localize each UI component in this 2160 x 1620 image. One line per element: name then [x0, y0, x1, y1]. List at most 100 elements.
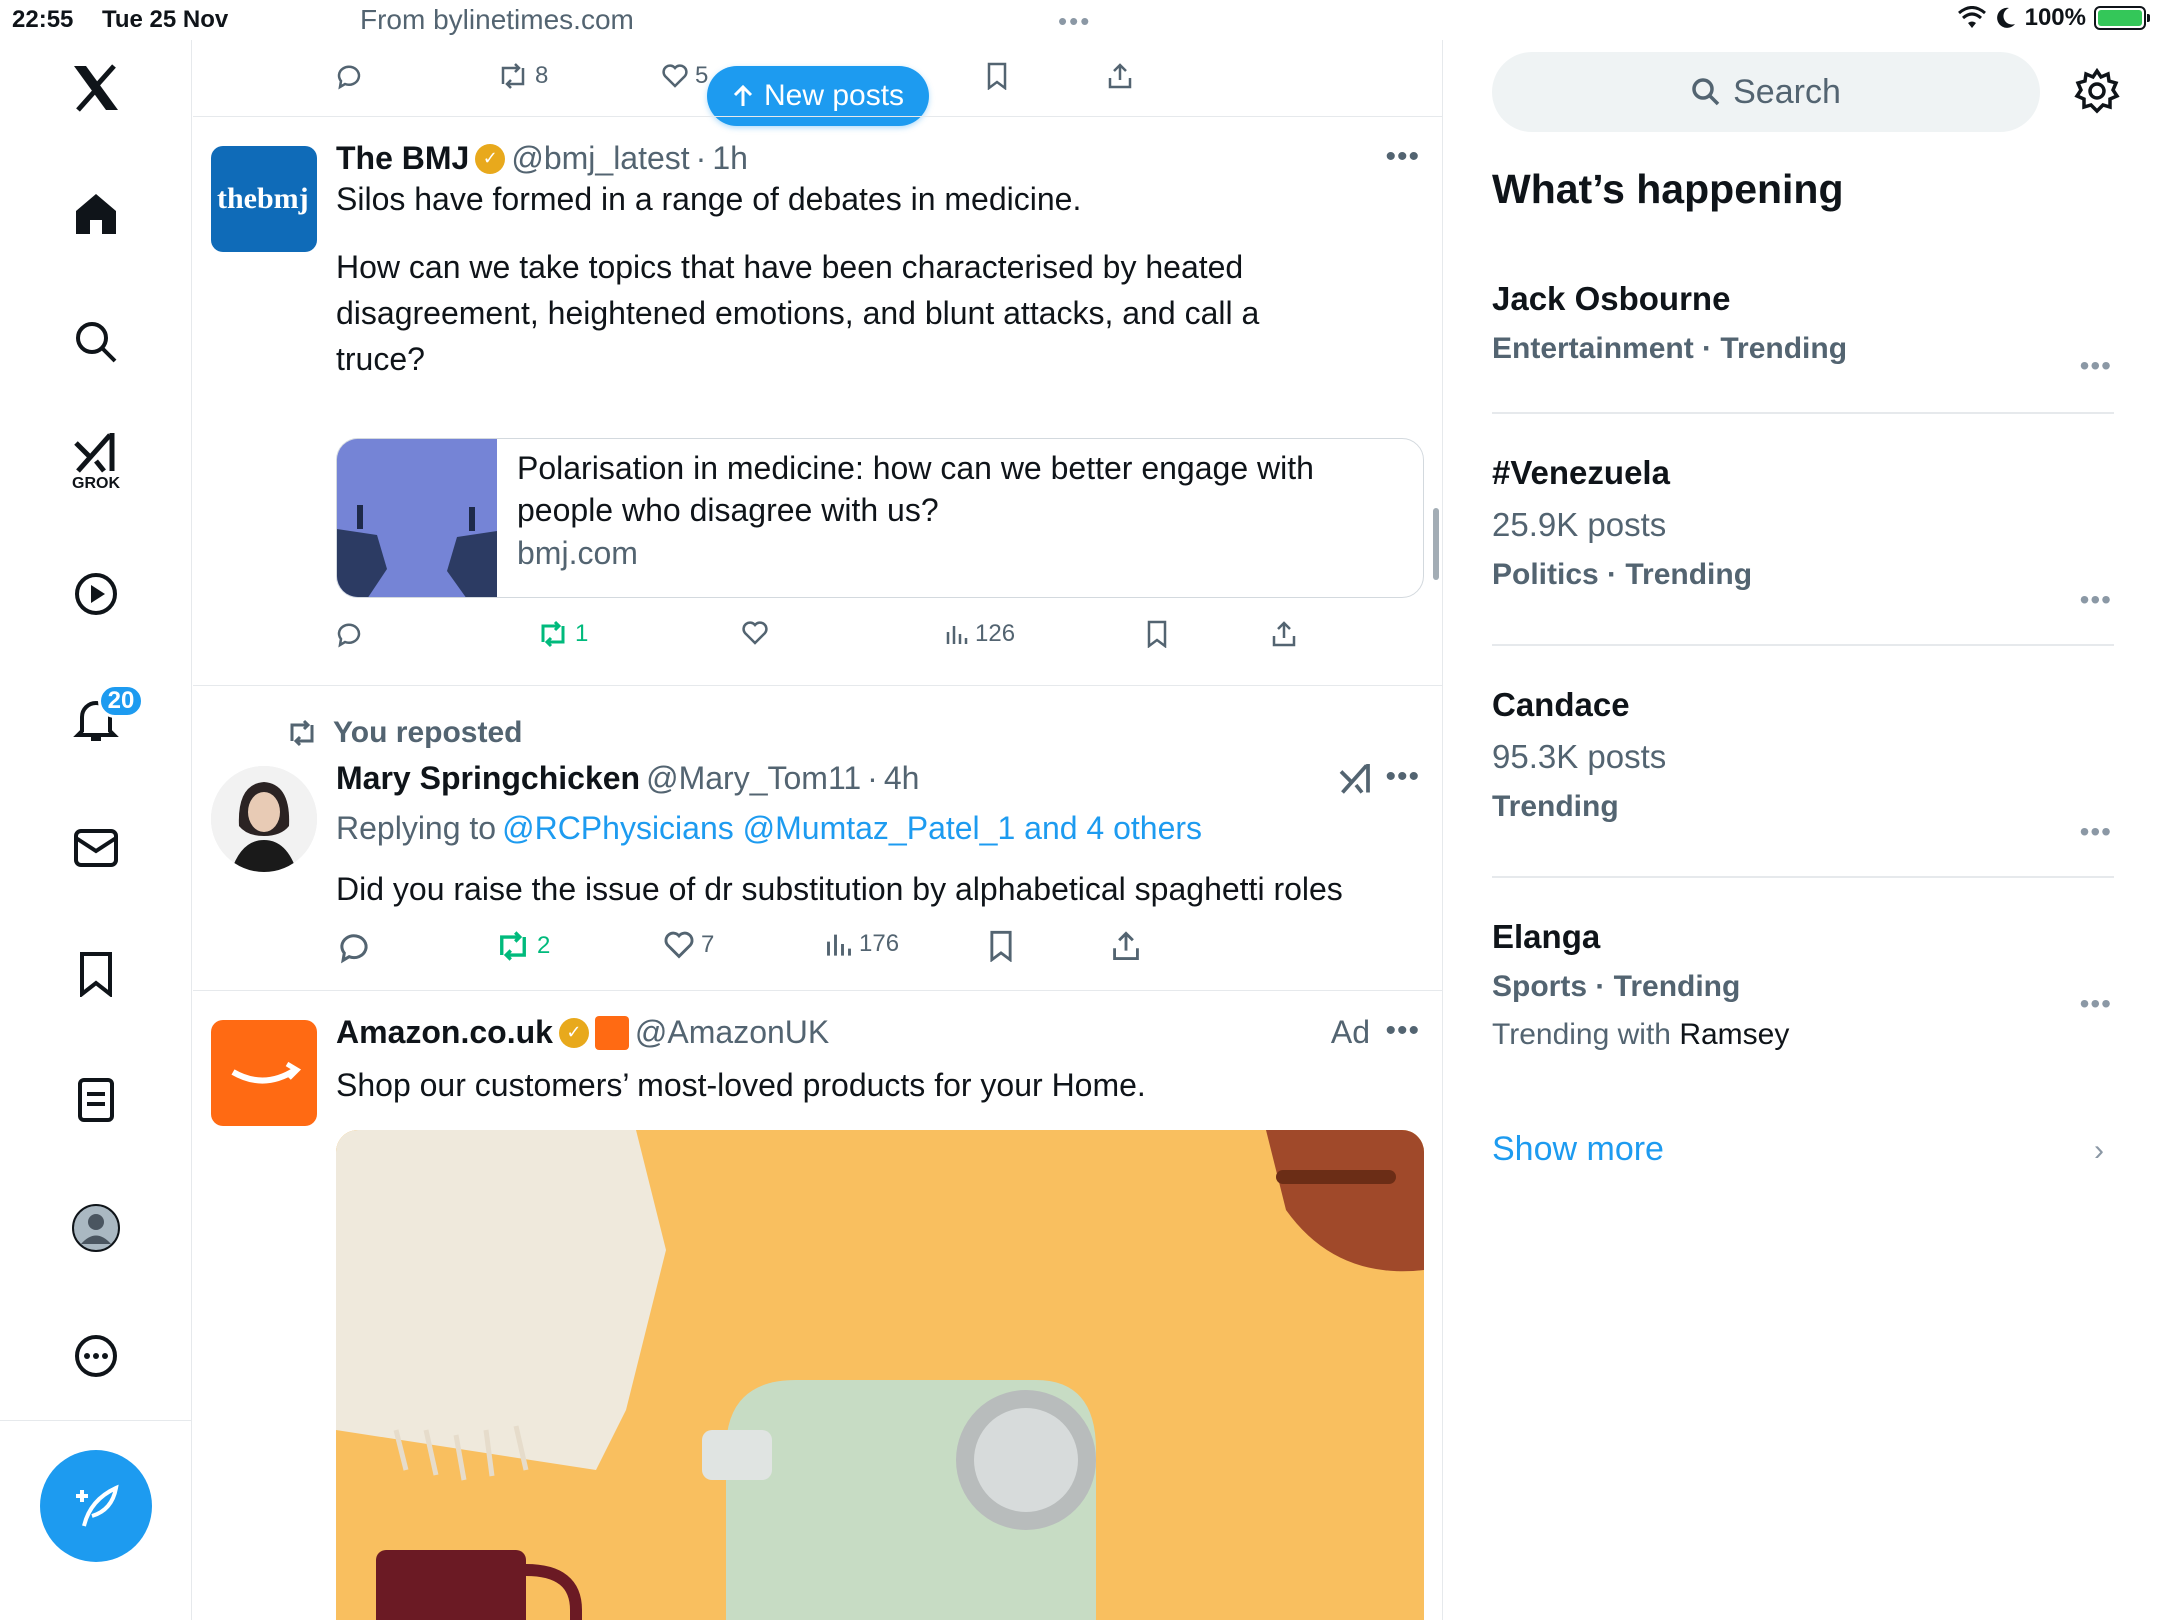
profile-avatar-icon[interactable]	[62, 1194, 130, 1262]
amazon-badge-icon	[594, 1015, 629, 1050]
trend-item[interactable]: Jack Osbourne Entertainment · Trending •…	[1492, 280, 2112, 381]
feed-scrollbar[interactable]	[1433, 508, 1439, 580]
source-url[interactable]: From bylinetimes.com	[360, 4, 634, 36]
compose-post-button[interactable]	[40, 1450, 152, 1562]
post-more-icon[interactable]: •••	[1385, 760, 1420, 794]
share-icon[interactable]	[1111, 930, 1141, 962]
trend-item[interactable]: #Venezuela 25.9K posts Politics · Trendi…	[1492, 454, 2112, 615]
post-actions: 1 126	[193, 620, 1442, 660]
chevron-right-icon[interactable]: ›	[2094, 1134, 2104, 1168]
post-more-icon[interactable]: •••	[1385, 1014, 1420, 1048]
trend-item[interactable]: Elanga Sports · Trending Trending with R…	[1492, 918, 2112, 1052]
trend-category: Politics · Trending	[1492, 558, 1753, 591]
share-icon[interactable]	[1271, 620, 1297, 648]
link-card-domain: bmj.com	[517, 535, 638, 571]
video-play-icon[interactable]	[62, 560, 130, 628]
bookmark-icon[interactable]	[985, 62, 1009, 90]
notifications-badge: 20	[98, 684, 144, 718]
bookmark-icon[interactable]	[1145, 620, 1169, 648]
repost-icon	[500, 931, 526, 961]
reply-icon[interactable]	[335, 620, 363, 648]
status-indicators: 100%	[1957, 4, 2150, 32]
views-chart-icon	[827, 934, 851, 956]
replying-to-handles[interactable]: @RCPhysicians @Mumtaz_Patel_1 and 4 othe…	[502, 810, 1202, 847]
post-actions: 2 7 176	[193, 930, 1442, 970]
bmj-avatar[interactable]: thebmj	[211, 146, 317, 252]
lists-icon[interactable]	[62, 1066, 130, 1134]
repost-count: 8	[535, 62, 549, 89]
amazon-avatar[interactable]	[211, 1020, 317, 1126]
repost-count: 2	[537, 932, 551, 959]
trend-name: Candace	[1492, 686, 1630, 723]
repost-button[interactable]: 8	[497, 62, 548, 90]
timeline-feed[interactable]: 8 5 New posts thebmj The BMJ ✓ @bmj_late…	[193, 40, 1443, 1620]
view-count: 126	[975, 620, 1016, 647]
more-options-icon[interactable]	[62, 1322, 130, 1390]
mary-avatar[interactable]	[211, 766, 317, 872]
trend-name: Jack Osbourne	[1492, 280, 1731, 317]
post-time[interactable]: 4h	[884, 760, 920, 797]
link-card[interactable]: Polarisation in medicine: how can we bet…	[336, 438, 1424, 598]
trend-more-icon[interactable]: •••	[2080, 584, 2112, 616]
search-placeholder: Search	[1733, 72, 1841, 111]
author-name[interactable]: Mary Springchicken	[336, 760, 640, 797]
author-name[interactable]: The BMJ	[336, 140, 469, 177]
repost-count: 1	[575, 620, 589, 647]
views-button[interactable]: 126	[945, 620, 1015, 648]
repost-context: You reposted	[285, 716, 522, 750]
settings-gear-icon[interactable]	[2074, 67, 2124, 118]
battery-percent: 100%	[2024, 4, 2086, 31]
new-posts-button[interactable]: New posts	[707, 66, 929, 126]
post-divider	[193, 990, 1442, 991]
replying-to: Replying to @RCPhysicians @Mumtaz_Patel_…	[336, 810, 1202, 847]
like-button[interactable]: 7	[663, 930, 714, 960]
bmj-avatar-text: thebmj	[217, 182, 309, 215]
trend-post-count: 25.9K posts	[1492, 506, 1667, 543]
heart-icon[interactable]	[741, 620, 769, 646]
trend-divider	[1492, 876, 2114, 878]
trend-category: Trending	[1492, 790, 1619, 823]
post-divider	[193, 685, 1442, 686]
multitasking-dots-icon[interactable]: •••	[1058, 6, 1091, 37]
bookmarks-icon[interactable]	[62, 940, 130, 1008]
author-handle[interactable]: @Mary_Tom11	[646, 760, 861, 797]
share-icon[interactable]	[1107, 62, 1133, 90]
trend-item[interactable]: Candace 95.3K posts Trending •••	[1492, 686, 2112, 847]
post-time[interactable]: 1h	[712, 140, 748, 177]
home-icon[interactable]	[62, 180, 130, 248]
ad-image[interactable]	[336, 1130, 1424, 1620]
search-input[interactable]: Search	[1492, 52, 2040, 132]
reply-icon[interactable]	[337, 930, 371, 964]
trend-divider	[1492, 644, 2114, 646]
repost-icon	[541, 620, 565, 648]
repost-button[interactable]: 2	[495, 930, 550, 962]
search-icon	[1692, 78, 1720, 106]
trend-more-icon[interactable]: •••	[2080, 988, 2112, 1020]
repost-icon	[501, 63, 525, 89]
reply-icon[interactable]	[335, 62, 363, 90]
views-button[interactable]: 176	[825, 930, 899, 958]
post-more-icon[interactable]: •••	[1385, 140, 1420, 174]
trending-with-name[interactable]: Ramsey	[1679, 1018, 1789, 1051]
grok-post-icon[interactable]	[1338, 762, 1374, 801]
like-button[interactable]: 5	[661, 62, 708, 90]
messages-envelope-icon[interactable]	[62, 814, 130, 882]
trend-more-icon[interactable]: •••	[2080, 816, 2112, 848]
compose-feather-icon	[76, 1484, 119, 1527]
show-more-link[interactable]: Show more	[1492, 1130, 1664, 1169]
trend-more-icon[interactable]: •••	[2080, 350, 2112, 382]
explore-search-icon[interactable]	[62, 308, 130, 376]
grok-icon[interactable]: GROK	[62, 428, 130, 496]
author-handle[interactable]: @bmj_latest	[511, 140, 689, 177]
like-count: 5	[695, 62, 709, 89]
status-date: Tue 25 Nov	[102, 6, 229, 33]
author-handle[interactable]: @AmazonUK	[635, 1014, 829, 1051]
wifi-icon	[1957, 6, 1986, 28]
trend-post-count: 95.3K posts	[1492, 738, 1667, 775]
post-divider	[193, 116, 1442, 117]
repost-button[interactable]: 1	[537, 620, 588, 648]
author-name[interactable]: Amazon.co.uk	[336, 1014, 553, 1051]
link-card-image	[337, 439, 497, 597]
x-logo-icon[interactable]	[62, 54, 130, 122]
bookmark-icon[interactable]	[987, 930, 1015, 962]
